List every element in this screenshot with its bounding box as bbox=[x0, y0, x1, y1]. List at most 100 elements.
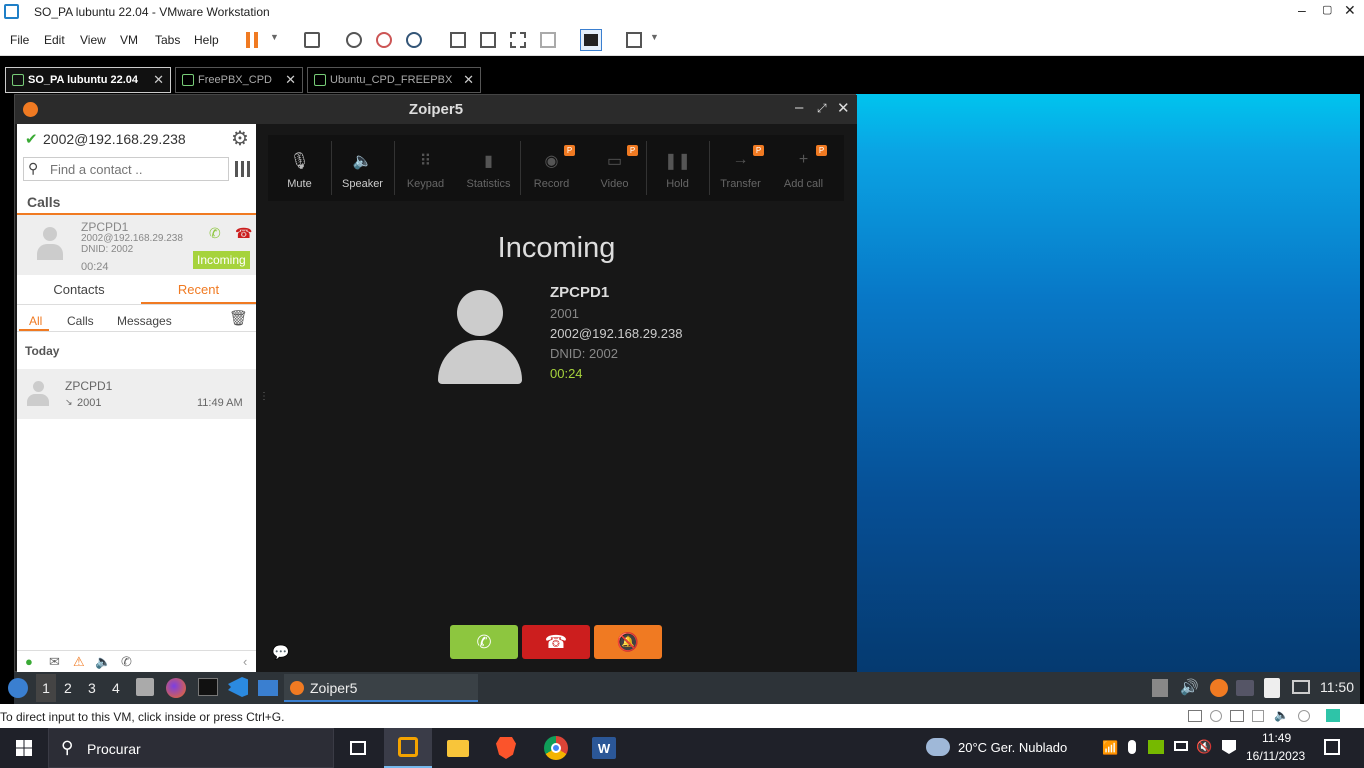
toolbar-statistics-button[interactable]: ▮ Statistics bbox=[457, 135, 520, 201]
recent-call-item[interactable]: ZPCPD1 ↘ 2001 11:49 AM bbox=[17, 369, 256, 419]
library-icon[interactable] bbox=[450, 32, 466, 48]
network-icon[interactable] bbox=[1292, 680, 1310, 694]
windows-start-button[interactable] bbox=[0, 728, 48, 768]
printer-icon[interactable] bbox=[1298, 710, 1310, 722]
panel-clock[interactable]: 11:50 bbox=[1320, 679, 1354, 695]
chrome-taskbar-button[interactable] bbox=[532, 728, 580, 768]
workspace-1[interactable]: 1 bbox=[36, 674, 56, 702]
cd-icon[interactable] bbox=[1210, 710, 1222, 722]
nvidia-icon[interactable] bbox=[1148, 740, 1164, 754]
notification-center-icon[interactable] bbox=[1324, 739, 1340, 755]
trash-icon[interactable]: 🗑 bbox=[229, 309, 248, 327]
vmware-taskbar-button[interactable] bbox=[384, 728, 432, 768]
word-taskbar-button[interactable]: W bbox=[580, 728, 628, 768]
task-view-button[interactable] bbox=[334, 728, 382, 768]
menu-vm[interactable]: VM bbox=[120, 33, 138, 47]
desktop-icon[interactable] bbox=[258, 680, 278, 696]
taskbar-time[interactable]: 11:49 bbox=[1262, 731, 1291, 745]
maximize-icon[interactable]: ▢ bbox=[1322, 3, 1332, 16]
revert-snapshot-icon[interactable] bbox=[376, 32, 392, 48]
tab-recent[interactable]: Recent bbox=[141, 282, 256, 297]
workspace-2[interactable]: 2 bbox=[64, 680, 72, 696]
start-menu-icon[interactable] bbox=[8, 678, 28, 698]
firefox-icon[interactable] bbox=[166, 678, 186, 698]
stretch-icon[interactable] bbox=[626, 32, 642, 48]
snapshot-icon[interactable] bbox=[346, 32, 362, 48]
clipboard-icon[interactable] bbox=[1264, 678, 1280, 698]
answer-button[interactable]: ✆ bbox=[450, 625, 518, 659]
console-view-button[interactable] bbox=[580, 29, 602, 51]
thumbnail-icon[interactable] bbox=[480, 32, 496, 48]
minimize-icon[interactable]: – bbox=[795, 99, 803, 116]
warning-icon[interactable]: ⚠ bbox=[73, 654, 85, 670]
chevron-down-icon[interactable]: ▼ bbox=[270, 32, 279, 42]
menu-edit[interactable]: Edit bbox=[44, 33, 65, 47]
taskbar-date[interactable]: 16/11/2023 bbox=[1246, 749, 1305, 763]
close-icon[interactable]: ✕ bbox=[1344, 2, 1356, 19]
network-adapter-icon[interactable] bbox=[1230, 710, 1244, 722]
fullscreen-icon[interactable] bbox=[510, 32, 526, 48]
security-icon[interactable] bbox=[1222, 740, 1236, 754]
task-zoiper5[interactable]: Zoiper5 bbox=[284, 674, 478, 702]
snapshot-manager-icon[interactable] bbox=[406, 32, 422, 48]
restore-icon[interactable]: ⤢ bbox=[817, 101, 827, 116]
pause-icon[interactable] bbox=[246, 32, 250, 48]
close-icon[interactable]: ✕ bbox=[153, 72, 164, 88]
battery-icon[interactable] bbox=[1174, 741, 1188, 751]
subtab-messages[interactable]: Messages bbox=[117, 314, 172, 328]
chevron-down-icon[interactable]: ▼ bbox=[650, 32, 659, 42]
send-keys-icon[interactable] bbox=[304, 32, 320, 48]
collapse-icon[interactable]: ‹ bbox=[243, 654, 247, 669]
weather-text[interactable]: 20°C Ger. Nublado bbox=[958, 740, 1067, 755]
message-log-icon[interactable] bbox=[1326, 709, 1340, 722]
chat-icon[interactable]: 💬 bbox=[272, 644, 289, 661]
close-icon[interactable]: ✕ bbox=[285, 72, 296, 88]
brave-taskbar-button[interactable] bbox=[482, 728, 530, 768]
answer-icon[interactable]: ✆ bbox=[209, 225, 221, 242]
search-box[interactable]: ⚲ bbox=[23, 157, 229, 181]
usb-icon[interactable] bbox=[1252, 710, 1264, 722]
mail-icon[interactable]: ✉ bbox=[49, 654, 60, 670]
volume-mute-icon[interactable]: 🔇 bbox=[1196, 739, 1212, 755]
workspace-3[interactable]: 3 bbox=[88, 680, 96, 696]
close-icon[interactable]: ✕ bbox=[463, 72, 474, 88]
close-icon[interactable]: ✕ bbox=[837, 99, 850, 117]
weather-icon[interactable] bbox=[926, 738, 950, 756]
unity-icon[interactable] bbox=[540, 32, 556, 48]
toolbar-keypad-button[interactable]: ⠿ Keypad bbox=[394, 135, 457, 201]
tab-so-pa-lubuntu[interactable]: SO_PA lubuntu 22.04 ✕ bbox=[5, 67, 171, 93]
menu-file[interactable]: File bbox=[10, 33, 29, 47]
toolbar-record-button[interactable]: ◉ Record P bbox=[520, 135, 583, 201]
guest-screen[interactable]: Zoiper5 – ⤢ ✕ ✔ 2002@192.168.29.238 ⚙ ⚲ … bbox=[8, 94, 1360, 704]
file-manager-icon[interactable] bbox=[136, 678, 154, 696]
splitter-handle[interactable]: ⋮ bbox=[259, 391, 269, 402]
volume-icon[interactable]: 🔊 bbox=[1180, 678, 1199, 696]
tab-ubuntu-cpd-freepbx[interactable]: Ubuntu_CPD_FREEPBX ✕ bbox=[307, 67, 481, 93]
account-label[interactable]: 2002@192.168.29.238 bbox=[43, 131, 186, 147]
toolbar-hold-button[interactable]: ❚❚ Hold bbox=[646, 135, 709, 201]
wifi-icon[interactable]: 📶 bbox=[1102, 740, 1118, 756]
toolbar-speaker-button[interactable]: 🔈 Speaker bbox=[331, 135, 394, 201]
sound-icon[interactable]: 🔈 bbox=[1274, 708, 1289, 722]
zoiper-tray-icon[interactable] bbox=[1210, 679, 1228, 697]
microphone-icon[interactable] bbox=[1128, 740, 1136, 754]
hdd-icon[interactable] bbox=[1188, 710, 1202, 722]
tab-contacts[interactable]: Contacts bbox=[17, 282, 141, 297]
search-input[interactable] bbox=[50, 160, 226, 178]
menu-help[interactable]: Help bbox=[194, 33, 219, 47]
notification-icon[interactable] bbox=[1236, 680, 1254, 696]
menu-view[interactable]: View bbox=[80, 33, 106, 47]
phone-settings-icon[interactable]: ✆ bbox=[121, 654, 132, 670]
subtab-calls[interactable]: Calls bbox=[67, 314, 94, 328]
tab-freepbx-cpd[interactable]: FreePBX_CPD ✕ bbox=[175, 67, 303, 93]
gear-icon[interactable]: ⚙ bbox=[231, 126, 249, 151]
eject-icon[interactable] bbox=[1152, 679, 1168, 697]
vscode-icon[interactable] bbox=[228, 677, 248, 697]
minimize-icon[interactable]: – bbox=[1298, 2, 1306, 18]
subtab-all[interactable]: All bbox=[29, 314, 42, 328]
reject-button[interactable]: ☎ bbox=[522, 625, 590, 659]
toolbar-add-call-button[interactable]: + Add call P bbox=[772, 135, 835, 201]
active-call-item[interactable]: ZPCPD1 2002@192.168.29.238 DNID: 2002 00… bbox=[17, 215, 256, 275]
toolbar-video-button[interactable]: ▭ Video P bbox=[583, 135, 646, 201]
status-ok-icon[interactable]: ● bbox=[25, 654, 33, 669]
